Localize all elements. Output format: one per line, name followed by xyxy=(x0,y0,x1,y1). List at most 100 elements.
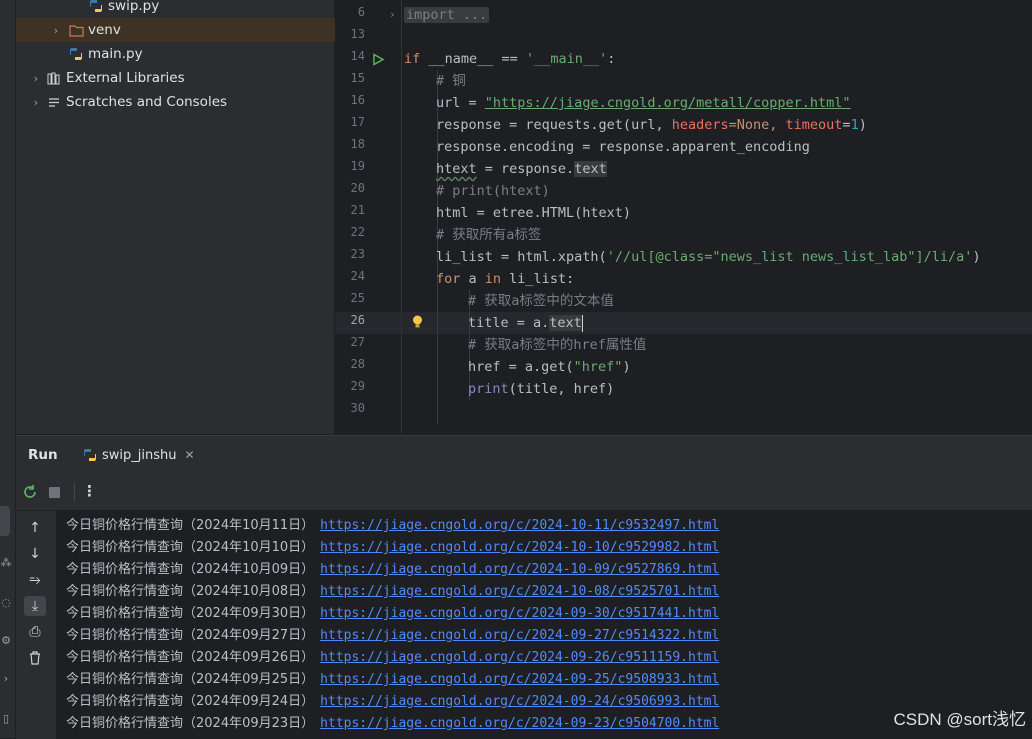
line-number: 21 xyxy=(350,203,365,217)
console-line: 今日铜价格行情查询（2024年09月24日） https://jiage.cngo… xyxy=(66,691,719,713)
line-number: 14 xyxy=(350,49,365,63)
console-line: 今日铜价格行情查询（2024年09月23日） https://jiage.cngo… xyxy=(66,713,719,735)
fold-expand-icon[interactable]: › xyxy=(389,8,396,21)
code-token: 1 xyxy=(850,117,859,133)
code-line-25: # 获取a标签中的文本值 xyxy=(468,293,614,309)
toolbar-divider xyxy=(74,482,75,502)
tree-item-main-py[interactable]: main.py xyxy=(16,42,386,66)
close-icon[interactable]: ✕ xyxy=(184,448,194,462)
rerun-icon[interactable] xyxy=(22,484,38,504)
code-token: "href" xyxy=(573,359,623,375)
console-line: 今日铜价格行情查询（2024年10月11日） https://jiage.cngo… xyxy=(66,515,719,537)
code-token: ) xyxy=(972,249,981,265)
code-url-string[interactable]: "https://jiage.cngold.org/metall/copper.… xyxy=(485,95,851,111)
code-line-21: html = etree.HTML(htext) xyxy=(436,205,632,221)
line-number: 20 xyxy=(350,181,365,195)
chevron-right-icon[interactable]: › xyxy=(30,72,42,85)
tree-item-scratches[interactable]: › Scratches and Consoles xyxy=(16,90,348,114)
code-token: a xyxy=(460,271,485,287)
scratches-icon xyxy=(46,94,62,110)
line-number: 6 xyxy=(357,5,365,19)
current-line-highlight xyxy=(335,312,1032,334)
console-link[interactable]: https://jiage.cngold.org/c/2024-09-25/c9… xyxy=(320,672,719,687)
console-link[interactable]: https://jiage.cngold.org/c/2024-09-23/c9… xyxy=(320,716,719,731)
tool-window-icon[interactable]: › xyxy=(0,672,12,685)
run-panel-title: Run xyxy=(28,447,58,463)
code-line-17: response = requests.get(url, headers=Non… xyxy=(436,114,867,136)
more-options-icon[interactable]: ⋮ xyxy=(82,482,97,500)
code-token: htext xyxy=(436,161,477,177)
line-number: 25 xyxy=(350,291,365,305)
console-link[interactable]: https://jiage.cngold.org/c/2024-10-10/c9… xyxy=(320,540,719,555)
code-line-29: print(title, href) xyxy=(468,378,614,400)
console-line: 今日铜价格行情查询（2024年10月10日） https://jiage.cngo… xyxy=(66,537,719,559)
code-token: =None, xyxy=(728,117,786,133)
tree-item-venv[interactable]: › venv xyxy=(16,18,368,42)
code-token: li_list = html.xpath( xyxy=(436,249,607,265)
tool-window-icon[interactable]: ▯ xyxy=(0,712,12,725)
tool-window-icon[interactable]: ⚙ xyxy=(0,634,12,647)
console-link[interactable]: https://jiage.cngold.org/c/2024-10-08/c9… xyxy=(320,584,719,599)
console-output[interactable]: 今日铜价格行情查询（2024年10月11日） https://jiage.cngo… xyxy=(56,511,1032,739)
code-token: title = a. xyxy=(468,315,550,331)
console-text: 今日铜价格行情查询（2024年10月09日） xyxy=(66,562,315,577)
console-text: 今日铜价格行情查询（2024年10月10日） xyxy=(66,540,315,555)
line-number: 18 xyxy=(350,137,365,151)
gutter-divider xyxy=(401,0,402,434)
console-text: 今日铜价格行情查询（2024年09月25日） xyxy=(66,672,315,687)
line-number: 17 xyxy=(350,115,365,129)
tree-item-external-libraries[interactable]: › External Libraries xyxy=(16,66,348,90)
code-line-24: for a in li_list: xyxy=(436,268,574,290)
code-line-26: title = a.text xyxy=(468,312,583,334)
code-line-15: # 铜 xyxy=(436,73,466,89)
code-token: text xyxy=(549,315,582,331)
console-link[interactable]: https://jiage.cngold.org/c/2024-10-09/c9… xyxy=(320,562,719,577)
run-gutter-icon[interactable] xyxy=(372,51,385,70)
line-number: 19 xyxy=(350,159,365,173)
text-cursor xyxy=(581,314,583,332)
code-editor[interactable]: 6 13 14 15 16 17 18 19 20 21 22 23 24 25… xyxy=(335,0,1032,434)
run-tab-bar: Run swip_jinshu ✕ xyxy=(16,436,1032,476)
tool-window-icon[interactable]: ⁂ xyxy=(0,556,12,569)
project-tree: swip.py › venv main.py › External Librar… xyxy=(16,0,368,434)
trash-icon[interactable] xyxy=(24,648,46,668)
code-token: for xyxy=(436,271,461,287)
console-line: 今日铜价格行情查询（2024年09月26日） https://jiage.cngo… xyxy=(66,647,719,669)
csdn-watermark: CSDN @sort浅忆 xyxy=(893,710,1027,729)
console-link[interactable]: https://jiage.cngold.org/c/2024-09-27/c9… xyxy=(320,628,719,643)
line-number: 30 xyxy=(350,401,365,415)
chevron-right-icon[interactable]: › xyxy=(30,96,42,109)
code-token: : xyxy=(607,51,616,67)
soft-wrap-icon[interactable]: ⥱ xyxy=(24,570,46,590)
lightbulb-icon[interactable] xyxy=(411,314,424,334)
run-panel: Run swip_jinshu ✕ ⋮ ↑ ↓ ⥱ ⤓ ⎙ 今日铜价格行情查询（… xyxy=(16,435,1032,739)
arrow-down-icon[interactable]: ↓ xyxy=(24,544,46,564)
code-token: text xyxy=(574,161,607,177)
console-line: 今日铜价格行情查询（2024年09月30日） https://jiage.cngo… xyxy=(66,603,719,625)
code-token: if xyxy=(404,51,421,67)
stop-icon[interactable] xyxy=(49,487,60,498)
chevron-right-icon[interactable]: › xyxy=(50,24,62,37)
run-tab-swip-jinshu[interactable]: swip_jinshu ✕ xyxy=(70,436,200,476)
console-text: 今日铜价格行情查询（2024年09月30日） xyxy=(66,606,315,621)
tool-window-icon[interactable]: ◌ xyxy=(0,596,12,609)
code-token: li_list: xyxy=(501,271,575,287)
code-token: ) xyxy=(858,117,867,133)
folded-imports[interactable]: import ... xyxy=(404,7,490,23)
console-side-toolbar: ↑ ↓ ⥱ ⤓ ⎙ xyxy=(16,511,56,739)
run-tab-label: swip_jinshu xyxy=(102,447,177,463)
line-number: 23 xyxy=(350,247,365,261)
code-line-14: if __name__ == '__main__': xyxy=(404,48,615,70)
console-link[interactable]: https://jiage.cngold.org/c/2024-09-24/c9… xyxy=(320,694,719,709)
console-link[interactable]: https://jiage.cngold.org/c/2024-09-26/c9… xyxy=(320,650,719,665)
print-icon[interactable]: ⎙ xyxy=(24,622,46,642)
console-line: 今日铜价格行情查询（2024年09月27日） https://jiage.cngo… xyxy=(66,625,719,647)
line-number: 27 xyxy=(350,335,365,349)
scroll-to-end-icon[interactable]: ⤓ xyxy=(24,596,46,616)
tool-window-button-run-active[interactable] xyxy=(0,506,10,536)
console-text: 今日铜价格行情查询（2024年10月08日） xyxy=(66,584,315,599)
console-link[interactable]: https://jiage.cngold.org/c/2024-10-11/c9… xyxy=(320,518,719,533)
arrow-up-icon[interactable]: ↑ xyxy=(24,518,46,538)
code-line-27: # 获取a标签中的href属性值 xyxy=(468,337,647,353)
console-link[interactable]: https://jiage.cngold.org/c/2024-09-30/c9… xyxy=(320,606,719,621)
